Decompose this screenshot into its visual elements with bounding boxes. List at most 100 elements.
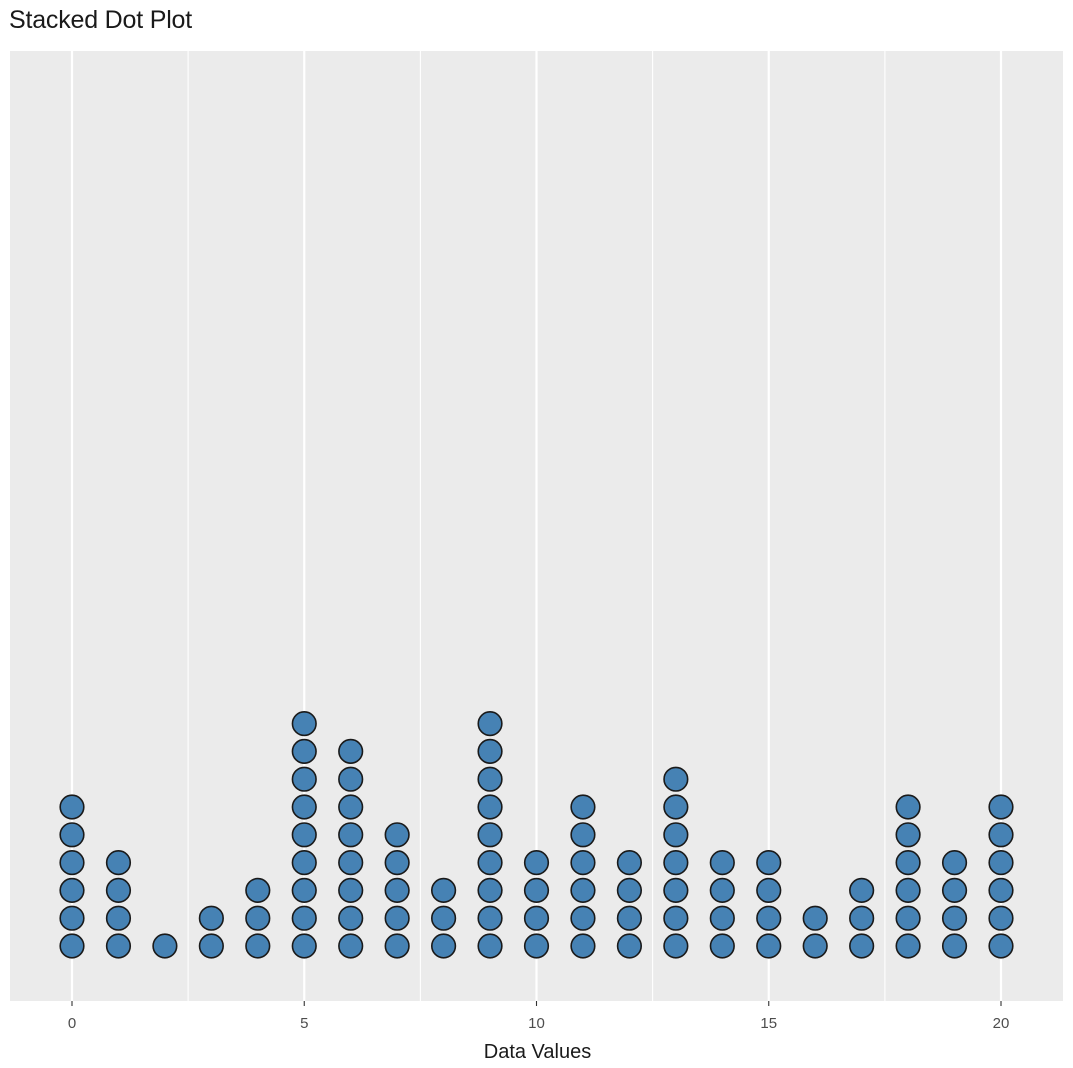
- dot: [756, 849, 782, 876]
- dot: [709, 877, 735, 904]
- dot: [384, 905, 410, 931]
- dot: [802, 933, 828, 959]
- dot: [338, 738, 364, 765]
- dot: [895, 905, 921, 931]
- dot: [570, 905, 596, 931]
- dot: [431, 933, 457, 959]
- dot: [663, 822, 689, 848]
- dot: [245, 877, 271, 904]
- dot: [59, 822, 85, 848]
- dot: [291, 849, 317, 876]
- dot: [338, 794, 364, 820]
- dot: [477, 877, 503, 904]
- dot: [245, 905, 271, 931]
- dot: [291, 822, 317, 848]
- dot: [523, 905, 550, 931]
- dot: [523, 877, 550, 904]
- dot: [616, 933, 643, 959]
- dot: [663, 794, 689, 820]
- dot: [663, 766, 689, 792]
- dot: [477, 933, 503, 959]
- dot: [245, 933, 271, 959]
- dot: [570, 849, 596, 876]
- dot: [709, 933, 735, 959]
- dot: [709, 905, 735, 931]
- dot: [59, 877, 85, 904]
- dot: [849, 933, 875, 959]
- dot: [198, 905, 224, 931]
- dot: [756, 933, 782, 959]
- dot: [756, 877, 782, 904]
- dot: [756, 905, 782, 931]
- dot: [616, 849, 643, 876]
- dot: [663, 849, 689, 876]
- dot: [431, 905, 457, 931]
- dot: [895, 794, 921, 820]
- dot: [59, 905, 85, 931]
- dot: [941, 933, 968, 959]
- dot: [338, 877, 364, 904]
- dot: [941, 877, 968, 904]
- dot: [338, 905, 364, 931]
- dot: [895, 877, 921, 904]
- dot: [570, 933, 596, 959]
- dot: [59, 849, 85, 876]
- dot: [384, 933, 410, 959]
- x-tick-label: 20: [993, 1015, 1010, 1032]
- dot: [477, 794, 503, 820]
- dot: [709, 849, 735, 876]
- dot: [988, 794, 1014, 820]
- dot: [988, 849, 1014, 876]
- dot: [895, 849, 921, 876]
- dot: [663, 905, 689, 931]
- dot: [477, 738, 503, 765]
- dot-plot: 0 5 10 15 20 Data Values: [10, 51, 1063, 1063]
- dot: [477, 710, 503, 737]
- dot: [570, 877, 596, 904]
- dot: [59, 933, 85, 959]
- dot: [291, 905, 317, 931]
- dot: [338, 822, 364, 848]
- dot: [152, 933, 178, 959]
- x-tick-label: 0: [68, 1015, 76, 1032]
- dot: [941, 849, 968, 876]
- dot: [570, 794, 596, 820]
- dot: [616, 877, 643, 904]
- dot: [849, 905, 875, 931]
- dot: [291, 794, 317, 820]
- dot: [523, 933, 550, 959]
- dot: [988, 933, 1014, 959]
- dot: [895, 933, 921, 959]
- x-axis-ticks: [71, 1001, 1002, 1006]
- dot: [338, 849, 364, 876]
- dot: [384, 877, 410, 904]
- dot: [291, 877, 317, 904]
- dot: [384, 822, 410, 848]
- dot: [988, 822, 1014, 848]
- dot: [338, 766, 364, 792]
- dot: [431, 877, 457, 904]
- dot: [477, 849, 503, 876]
- dot: [895, 822, 921, 848]
- x-tick-label: 5: [300, 1015, 308, 1032]
- dot: [663, 933, 689, 959]
- dot: [570, 822, 596, 848]
- dot: [291, 710, 317, 737]
- dot: [663, 877, 689, 904]
- x-tick-label: 10: [528, 1015, 545, 1032]
- dot: [291, 766, 317, 792]
- dot: [105, 877, 132, 904]
- x-tick-label: 15: [760, 1015, 777, 1032]
- dot: [384, 849, 410, 876]
- dot: [941, 905, 968, 931]
- dot: [477, 905, 503, 931]
- dot: [105, 905, 132, 931]
- dot: [477, 766, 503, 792]
- dot: [198, 933, 224, 959]
- dot: [849, 877, 875, 904]
- dot: [105, 849, 132, 876]
- dot: [988, 905, 1014, 931]
- dot: [616, 905, 643, 931]
- dot: [291, 933, 317, 959]
- dot: [105, 933, 132, 959]
